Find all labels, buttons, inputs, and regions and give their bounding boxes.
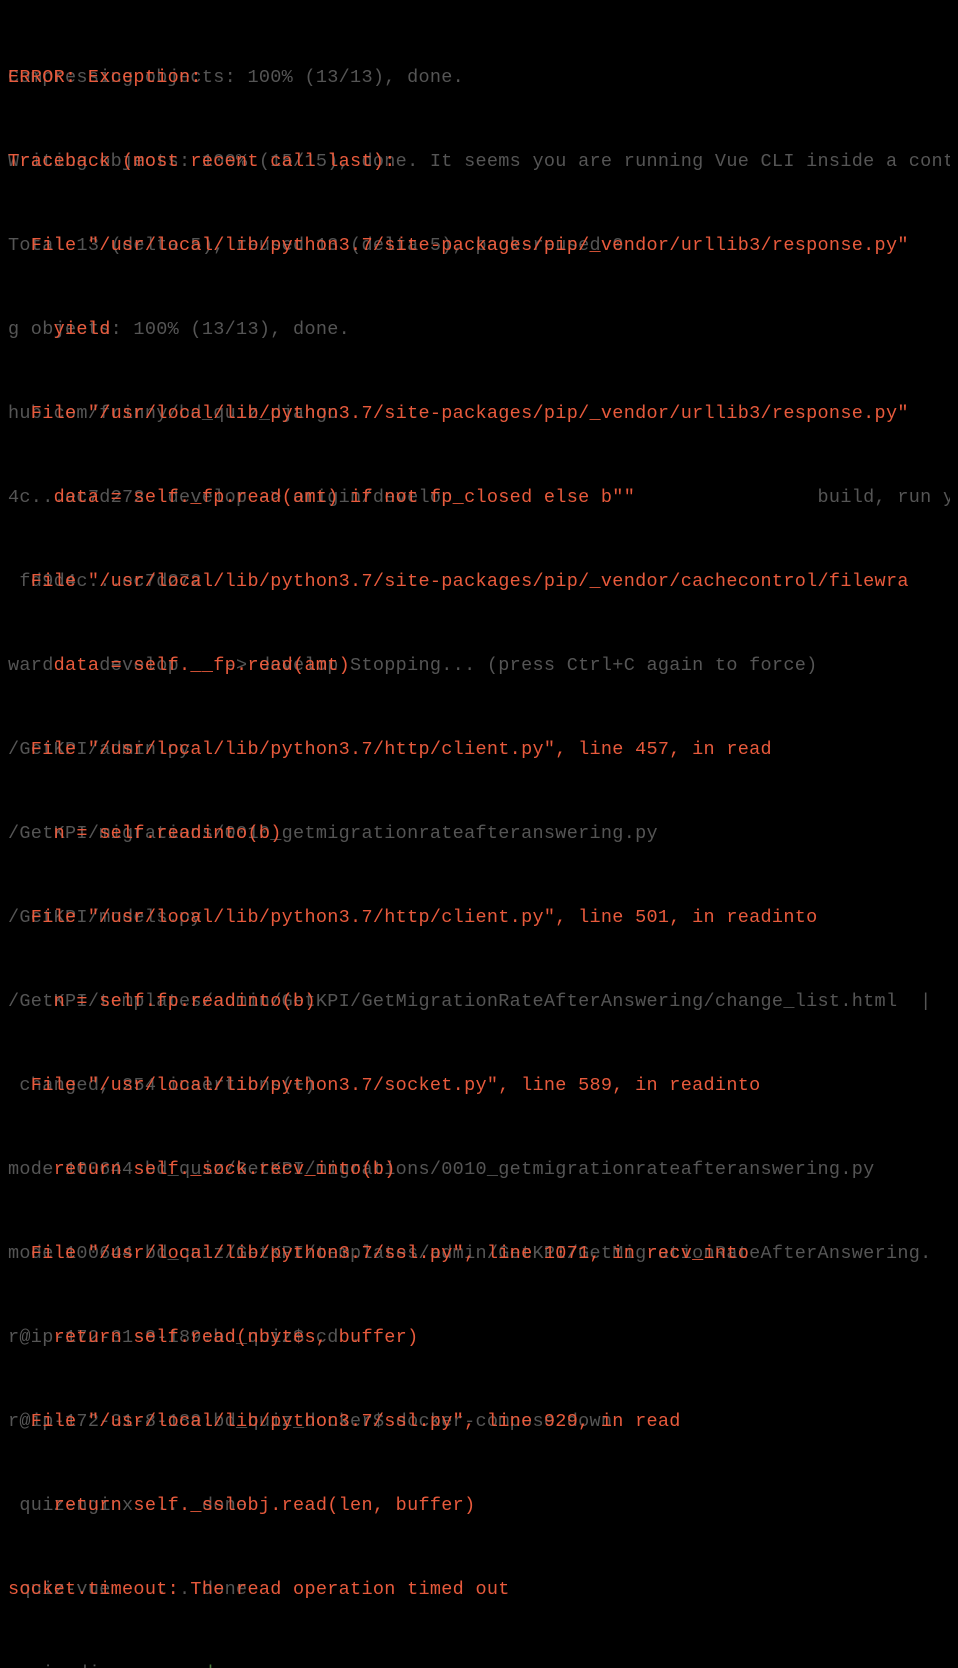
- traceback-code: n = self.readinto(b): [8, 820, 950, 848]
- traceback-code: data = self._fp.read(amt) if not fp_clos…: [8, 484, 950, 512]
- blank-line: [8, 1660, 950, 1668]
- error-header: ERROR: Exception:: [8, 64, 950, 92]
- traceback-file: File "/usr/local/lib/python3.7/socket.py…: [8, 1072, 950, 1100]
- traceback-code: data = self.__fp.read(amt): [8, 652, 950, 680]
- traceback-code: n = self.fp.readinto(b): [8, 988, 950, 1016]
- traceback-file: File "/usr/local/lib/python3.7/site-pack…: [8, 400, 950, 428]
- traceback-file: File "/usr/local/lib/python3.7/ssl.py", …: [8, 1408, 950, 1436]
- traceback-file: File "/usr/local/lib/python3.7/ssl.py", …: [8, 1240, 950, 1268]
- exception-message: socket.timeout: The read operation timed…: [8, 1576, 950, 1604]
- traceback-code: return self.read(nbytes, buffer): [8, 1324, 950, 1352]
- terminal-error-output[interactable]: ERROR: Exception: Traceback (most recent…: [0, 0, 958, 834]
- traceback-file: File "/usr/local/lib/python3.7/site-pack…: [8, 232, 950, 260]
- traceback-header: Traceback (most recent call last):: [8, 148, 950, 176]
- traceback-code: return self._sock.recv_into(b): [8, 1156, 950, 1184]
- traceback-file: File "/usr/local/lib/python3.7/site-pack…: [8, 568, 950, 596]
- traceback-file: File "/usr/local/lib/python3.7/http/clie…: [8, 904, 950, 932]
- traceback-code: yield: [8, 316, 950, 344]
- traceback-file: File "/usr/local/lib/python3.7/http/clie…: [8, 736, 950, 764]
- traceback-code: return self._sslobj.read(len, buffer): [8, 1492, 950, 1520]
